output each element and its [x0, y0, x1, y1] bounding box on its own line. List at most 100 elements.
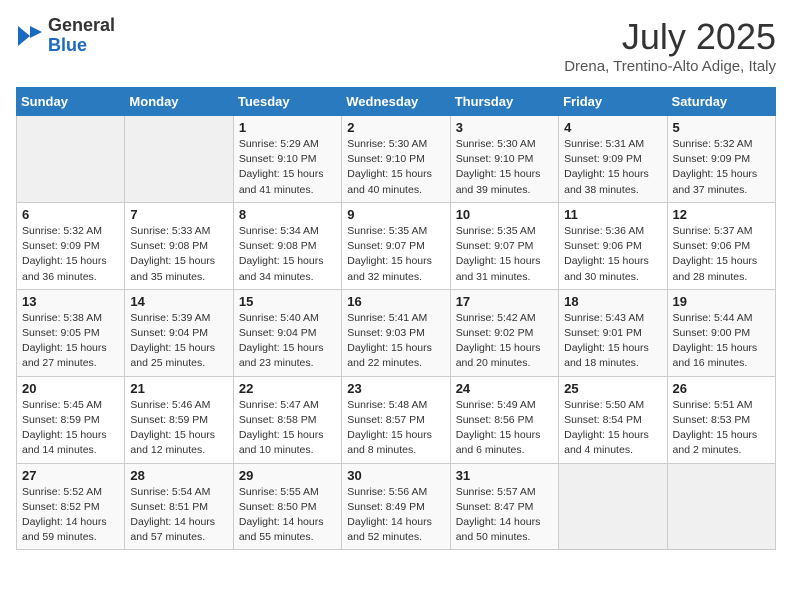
calendar-cell: 23Sunrise: 5:48 AMSunset: 8:57 PMDayligh…: [342, 376, 450, 463]
day-number: 22: [239, 381, 336, 396]
calendar-cell: 27 Sunrise: 5:52 AMSunset: 8:52 PMDayligh…: [17, 463, 125, 550]
day-info: Sunrise: 5:49 AMSunset: 8:56 PMDaylight:…: [456, 398, 553, 459]
day-number: 26: [673, 381, 770, 396]
day-info: Sunrise: 5:42 AMSunset: 9:02 PMDaylight:…: [456, 311, 553, 372]
calendar-cell: 5 Sunrise: 5:32 AMSunset: 9:09 PMDaylight…: [667, 116, 775, 203]
calendar-cell: 22 Sunrise: 5:47 AMSunset: 8:58 PMDayligh…: [233, 376, 341, 463]
calendar-cell: 24 Sunrise: 5:49 AMSunset: 8:56 PMDayligh…: [450, 376, 558, 463]
day-info: Sunrise: 5:32 AMSunset: 9:09 PMDaylight:…: [22, 224, 119, 285]
calendar-cell: 2 Sunrise: 5:30 AMSunset: 9:10 PMDaylight…: [342, 116, 450, 203]
calendar-cell: 16Sunrise: 5:41 AMSunset: 9:03 PMDayligh…: [342, 289, 450, 376]
day-info: Sunrise: 5:30 AMSunset: 9:10 PMDaylight:…: [347, 137, 444, 198]
day-info: Sunrise: 5:38 AMSunset: 9:05 PMDaylight:…: [22, 311, 119, 372]
day-number: 16: [347, 294, 444, 309]
calendar-body: 1 Sunrise: 5:29 AMSunset: 9:10 PMDaylight…: [17, 116, 776, 550]
calendar-cell: 14 Sunrise: 5:39 AMSunset: 9:04 PMDayligh…: [125, 289, 233, 376]
day-info: Sunrise: 5:34 AMSunset: 9:08 PMDaylight:…: [239, 224, 336, 285]
title-area: July 2025 Drena, Trentino-Alto Adige, It…: [564, 16, 776, 75]
calendar-cell: 29Sunrise: 5:55 AMSunset: 8:50 PMDayligh…: [233, 463, 341, 550]
calendar-cell: 18Sunrise: 5:43 AMSunset: 9:01 PMDayligh…: [559, 289, 667, 376]
calendar-cell: 11Sunrise: 5:36 AMSunset: 9:06 PMDayligh…: [559, 202, 667, 289]
day-number: 21: [130, 381, 227, 396]
calendar-cell: 1 Sunrise: 5:29 AMSunset: 9:10 PMDaylight…: [233, 116, 341, 203]
day-number: 15: [239, 294, 336, 309]
calendar-week-row: 6Sunrise: 5:32 AMSunset: 9:09 PMDaylight…: [17, 202, 776, 289]
logo-general-text: General: [48, 15, 115, 35]
calendar-cell: [125, 116, 233, 203]
day-info: Sunrise: 5:46 AMSunset: 8:59 PMDaylight:…: [130, 398, 227, 459]
day-number: 5: [673, 120, 770, 135]
calendar-cell: 13Sunrise: 5:38 AMSunset: 9:05 PMDayligh…: [17, 289, 125, 376]
calendar-cell: 25 Sunrise: 5:50 AMSunset: 8:54 PMDayligh…: [559, 376, 667, 463]
day-info: Sunrise: 5:35 AMSunset: 9:07 PMDaylight:…: [347, 224, 444, 285]
day-number: 8: [239, 207, 336, 222]
page-header: General Blue July 2025 Drena, Trentino-A…: [16, 16, 776, 75]
day-number: 12: [673, 207, 770, 222]
logo-blue-text: Blue: [48, 35, 87, 55]
day-info: Sunrise: 5:56 AMSunset: 8:49 PMDaylight:…: [347, 485, 444, 546]
day-number: 20: [22, 381, 119, 396]
day-number: 14: [130, 294, 227, 309]
calendar-cell: 10 Sunrise: 5:35 AMSunset: 9:07 PMDayligh…: [450, 202, 558, 289]
calendar-cell: 15 Sunrise: 5:40 AMSunset: 9:04 PMDayligh…: [233, 289, 341, 376]
calendar-cell: 7 Sunrise: 5:33 AMSunset: 9:08 PMDaylight…: [125, 202, 233, 289]
day-number: 7: [130, 207, 227, 222]
day-info: Sunrise: 5:45 AMSunset: 8:59 PMDaylight:…: [22, 398, 119, 459]
calendar-cell: [667, 463, 775, 550]
day-info: Sunrise: 5:29 AMSunset: 9:10 PMDaylight:…: [239, 137, 336, 198]
calendar-cell: 26Sunrise: 5:51 AMSunset: 8:53 PMDayligh…: [667, 376, 775, 463]
day-info: Sunrise: 5:31 AMSunset: 9:09 PMDaylight:…: [564, 137, 661, 198]
day-number: 1: [239, 120, 336, 135]
calendar-cell: 28Sunrise: 5:54 AMSunset: 8:51 PMDayligh…: [125, 463, 233, 550]
day-info: Sunrise: 5:30 AMSunset: 9:10 PMDaylight:…: [456, 137, 553, 198]
calendar-cell: 4 Sunrise: 5:31 AMSunset: 9:09 PMDaylight…: [559, 116, 667, 203]
day-number: 18: [564, 294, 661, 309]
calendar-cell: 3 Sunrise: 5:30 AMSunset: 9:10 PMDaylight…: [450, 116, 558, 203]
day-info: Sunrise: 5:44 AMSunset: 9:00 PMDaylight:…: [673, 311, 770, 372]
calendar-cell: 21 Sunrise: 5:46 AMSunset: 8:59 PMDayligh…: [125, 376, 233, 463]
day-number: 27: [22, 468, 119, 483]
calendar-cell: 30 Sunrise: 5:56 AMSunset: 8:49 PMDayligh…: [342, 463, 450, 550]
day-info: Sunrise: 5:39 AMSunset: 9:04 PMDaylight:…: [130, 311, 227, 372]
day-info: Sunrise: 5:35 AMSunset: 9:07 PMDaylight:…: [456, 224, 553, 285]
day-info: Sunrise: 5:33 AMSunset: 9:08 PMDaylight:…: [130, 224, 227, 285]
day-info: Sunrise: 5:50 AMSunset: 8:54 PMDaylight:…: [564, 398, 661, 459]
day-number: 28: [130, 468, 227, 483]
calendar-cell: 12 Sunrise: 5:37 AMSunset: 9:06 PMDayligh…: [667, 202, 775, 289]
calendar-cell: 20 Sunrise: 5:45 AMSunset: 8:59 PMDayligh…: [17, 376, 125, 463]
day-number: 25: [564, 381, 661, 396]
weekday-header: Sunday: [17, 88, 125, 116]
weekday-header: Wednesday: [342, 88, 450, 116]
calendar-week-row: 1 Sunrise: 5:29 AMSunset: 9:10 PMDaylight…: [17, 116, 776, 203]
calendar-subtitle: Drena, Trentino-Alto Adige, Italy: [564, 58, 776, 75]
day-number: 17: [456, 294, 553, 309]
day-info: Sunrise: 5:37 AMSunset: 9:06 PMDaylight:…: [673, 224, 770, 285]
day-number: 9: [347, 207, 444, 222]
day-info: Sunrise: 5:32 AMSunset: 9:09 PMDaylight:…: [673, 137, 770, 198]
weekday-header: Saturday: [667, 88, 775, 116]
day-info: Sunrise: 5:40 AMSunset: 9:04 PMDaylight:…: [239, 311, 336, 372]
calendar-title: July 2025: [564, 16, 776, 58]
day-info: Sunrise: 5:55 AMSunset: 8:50 PMDaylight:…: [239, 485, 336, 546]
calendar-header: SundayMondayTuesdayWednesdayThursdayFrid…: [17, 88, 776, 116]
day-number: 4: [564, 120, 661, 135]
day-info: Sunrise: 5:52 AMSunset: 8:52 PMDaylight:…: [22, 485, 119, 546]
day-number: 2: [347, 120, 444, 135]
day-number: 3: [456, 120, 553, 135]
day-number: 31: [456, 468, 553, 483]
logo-text: General Blue: [48, 16, 115, 56]
day-number: 24: [456, 381, 553, 396]
calendar-table: SundayMondayTuesdayWednesdayThursdayFrid…: [16, 87, 776, 550]
calendar-week-row: 27 Sunrise: 5:52 AMSunset: 8:52 PMDayligh…: [17, 463, 776, 550]
weekday-header: Monday: [125, 88, 233, 116]
day-number: 11: [564, 207, 661, 222]
day-number: 30: [347, 468, 444, 483]
day-number: 10: [456, 207, 553, 222]
weekday-header: Friday: [559, 88, 667, 116]
calendar-cell: [17, 116, 125, 203]
calendar-cell: 8 Sunrise: 5:34 AMSunset: 9:08 PMDaylight…: [233, 202, 341, 289]
day-info: Sunrise: 5:47 AMSunset: 8:58 PMDaylight:…: [239, 398, 336, 459]
logo-icon: [16, 22, 44, 50]
weekday-header: Thursday: [450, 88, 558, 116]
calendar-cell: [559, 463, 667, 550]
